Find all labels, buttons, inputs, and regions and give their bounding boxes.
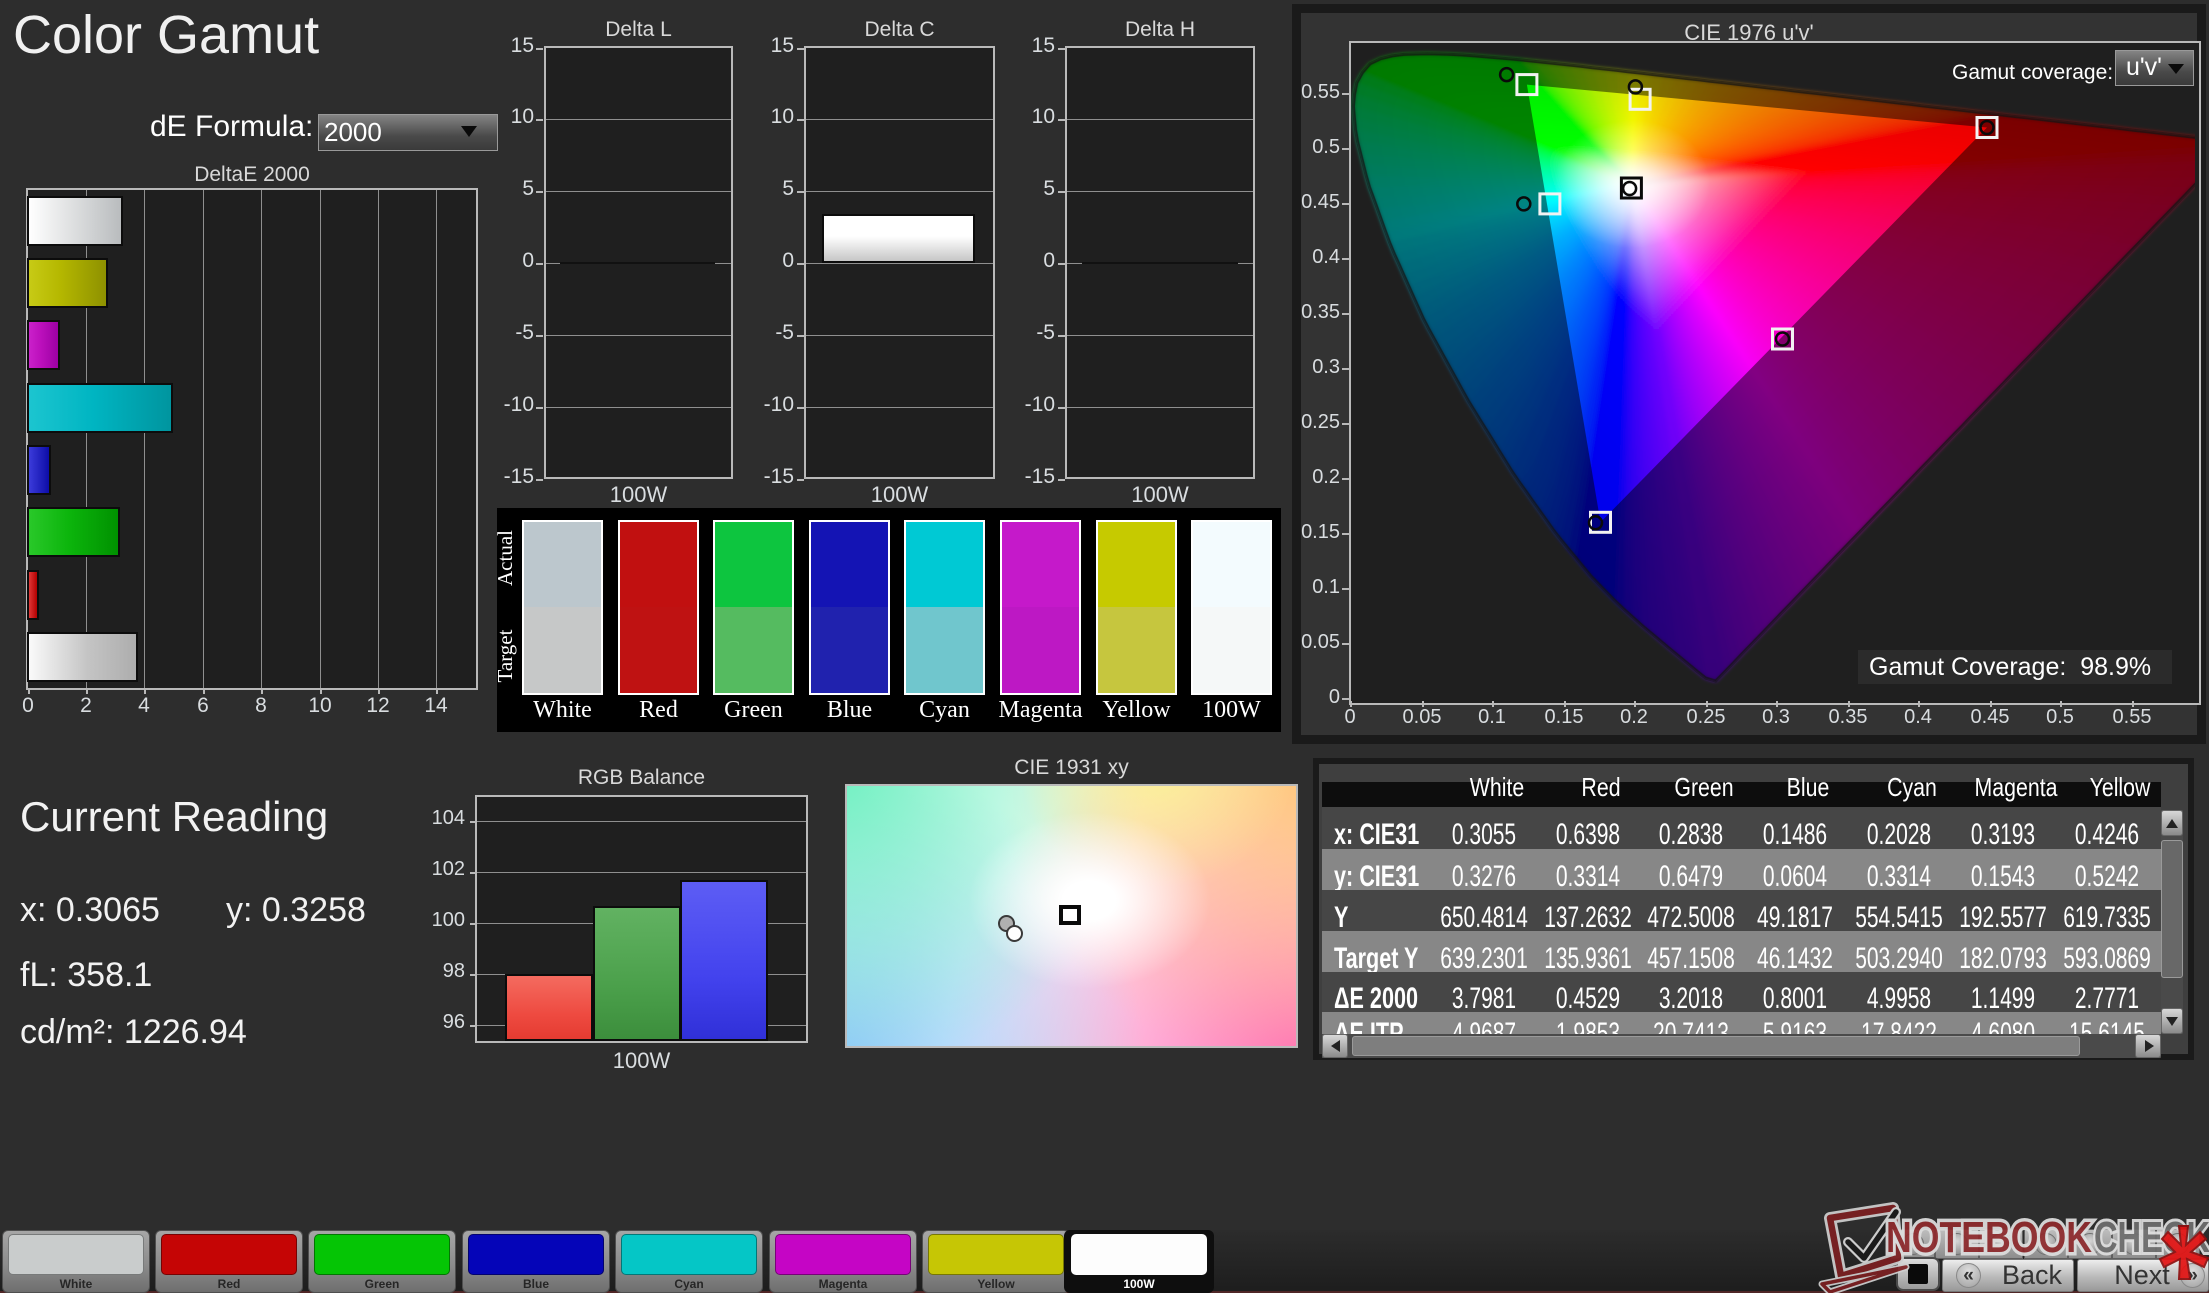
svg-text:NOTEBOOK: NOTEBOOK [1886,1213,2092,1262]
